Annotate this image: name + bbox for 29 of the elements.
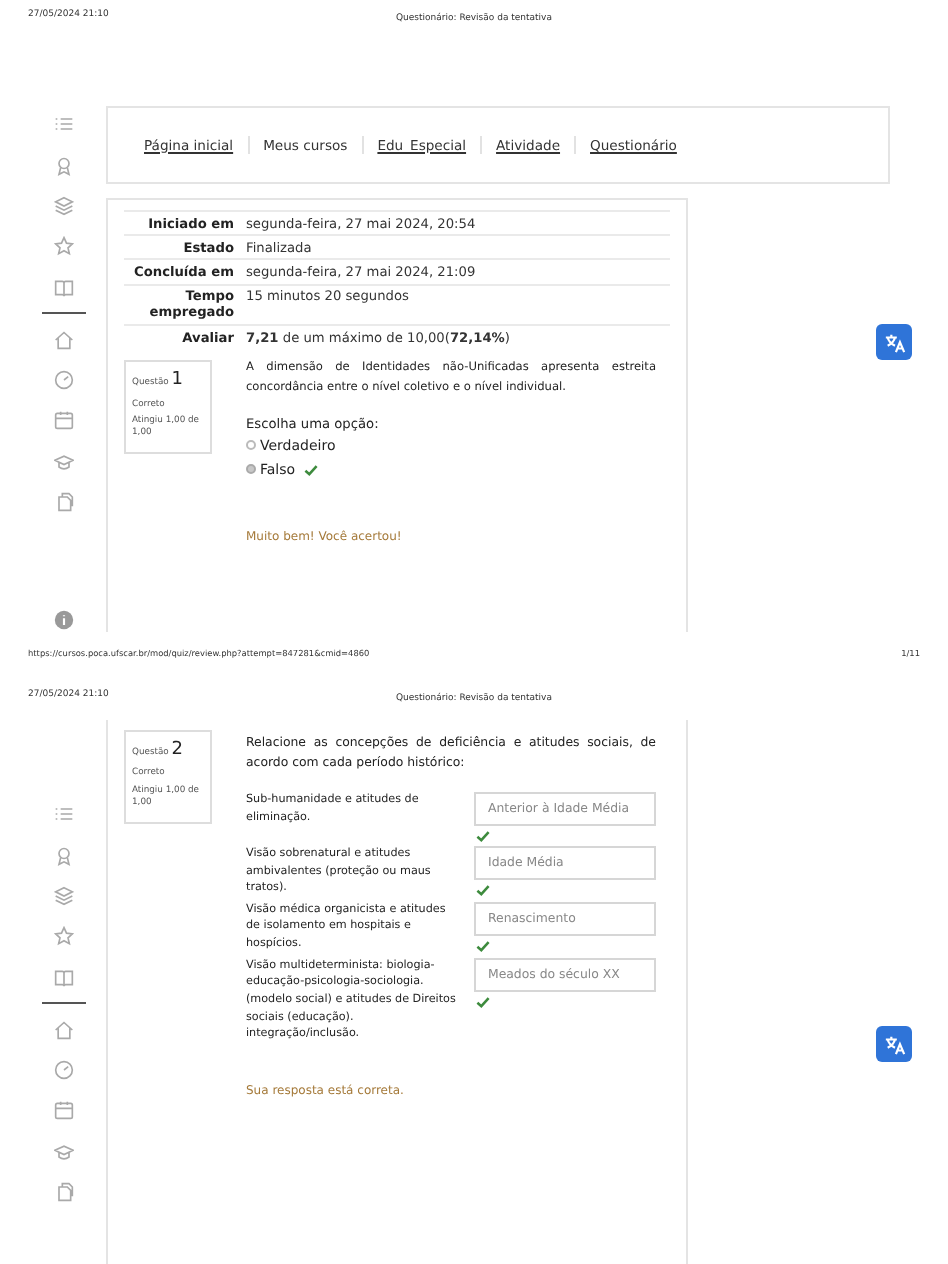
list-icon[interactable]: [53, 804, 73, 825]
translate-button[interactable]: [876, 1026, 912, 1062]
home-icon[interactable]: [53, 329, 73, 350]
badge-icon[interactable]: [53, 845, 73, 866]
layers-icon[interactable]: [53, 885, 73, 906]
question-number: 1: [171, 370, 183, 391]
info-icon[interactable]: [53, 610, 73, 631]
radio-button[interactable]: [246, 464, 256, 475]
home-icon[interactable]: [53, 1019, 73, 1040]
radio-button[interactable]: [246, 440, 256, 451]
translate-icon: [883, 1033, 905, 1055]
list-icon[interactable]: [53, 114, 73, 135]
question-number: 2: [171, 740, 183, 760]
documents-icon[interactable]: [53, 492, 73, 513]
gauge-icon[interactable]: [53, 369, 73, 390]
graduation-cap-icon[interactable]: [53, 451, 73, 472]
star-icon[interactable]: [53, 236, 73, 257]
translate-icon: [883, 331, 905, 353]
documents-icon[interactable]: [53, 1182, 73, 1203]
calendar-icon[interactable]: [53, 1100, 73, 1121]
graduation-cap-icon[interactable]: [53, 1141, 73, 1162]
book-icon[interactable]: [53, 967, 73, 988]
translate-button[interactable]: [876, 324, 912, 360]
book-icon[interactable]: [53, 277, 73, 298]
layers-icon[interactable]: [53, 195, 73, 216]
calendar-icon[interactable]: [53, 410, 73, 431]
badge-icon[interactable]: [53, 155, 73, 176]
gauge-icon[interactable]: [53, 1059, 73, 1080]
star-icon[interactable]: [53, 926, 73, 947]
